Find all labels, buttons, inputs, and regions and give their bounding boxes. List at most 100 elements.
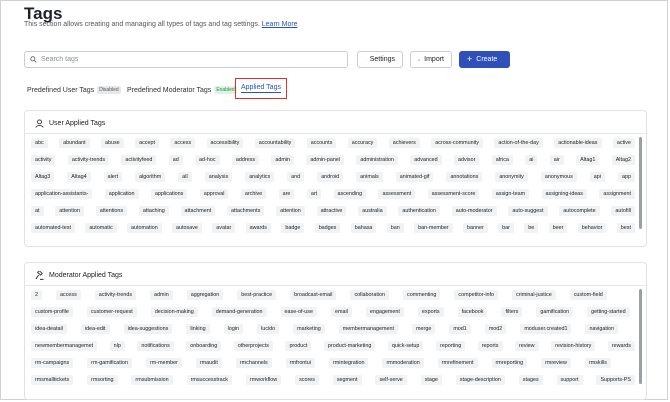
tag-chip[interactable]: action-of-the-day	[494, 138, 543, 148]
tag-chip[interactable]: best	[616, 223, 635, 233]
tag-chip[interactable]: abuse	[100, 138, 124, 148]
tag-chip[interactable]: demand-generation	[211, 307, 267, 317]
tag-chip[interactable]: email	[331, 307, 352, 317]
tag-chip[interactable]: accept	[135, 138, 159, 148]
tag-chip[interactable]: merge	[412, 324, 436, 334]
tag-chip[interactable]: rmrefinement	[437, 358, 478, 368]
tag-chip[interactable]: revision-history	[551, 341, 596, 351]
tag-chip[interactable]: autosave	[172, 223, 202, 233]
tag-chip[interactable]: rewards	[607, 341, 635, 351]
tag-chip[interactable]: moduser.created1	[520, 324, 572, 334]
tag-chip[interactable]: attention	[55, 206, 84, 216]
tag-chip[interactable]: Altag3	[31, 172, 55, 182]
tag-chip[interactable]: australia	[358, 206, 387, 216]
tag-chip[interactable]: best-practice	[237, 290, 277, 300]
tag-chip[interactable]: nlp	[109, 341, 125, 351]
tag-chip[interactable]: accounts	[306, 138, 337, 148]
tag-chip[interactable]: annotations	[446, 172, 483, 182]
tag-chip[interactable]: address	[231, 155, 260, 165]
tag-chip[interactable]: auto-moderator	[451, 206, 497, 216]
tag-chip[interactable]: ascending	[333, 189, 367, 199]
tag-chip[interactable]: broadcast-email	[290, 290, 337, 300]
search-input[interactable]	[41, 54, 331, 65]
tab-applied-tags[interactable]: Applied Tags	[235, 78, 287, 99]
tag-chip[interactable]: commenting	[403, 290, 441, 300]
tag-chip[interactable]: assign-team	[491, 189, 530, 199]
tag-chip[interactable]: stages	[518, 375, 543, 385]
tag-chip[interactable]: rm-gamification	[87, 358, 133, 368]
settings-button[interactable]: Settings	[357, 51, 403, 68]
tag-chip[interactable]: rmmoderation	[382, 358, 424, 368]
tag-chip[interactable]: advanced	[410, 155, 442, 165]
tag-chip[interactable]: membermanagement	[338, 324, 399, 334]
tag-chip[interactable]: archive	[240, 189, 267, 199]
tag-chip[interactable]: africa	[491, 155, 513, 165]
tag-chip[interactable]: analysis	[204, 172, 233, 182]
tag-chip[interactable]: reporting	[435, 341, 466, 351]
tag-chip[interactable]: stage-description	[455, 375, 505, 385]
tag-chip[interactable]: badge	[281, 223, 305, 233]
tag-chip[interactable]: custom-profile	[31, 307, 73, 317]
tag-chip[interactable]: Altag4	[67, 172, 91, 182]
tag-chip[interactable]: android	[317, 172, 344, 182]
tag-chip[interactable]: approval	[199, 189, 229, 199]
tag-chip[interactable]: animated-gif	[395, 172, 434, 182]
tag-chip[interactable]: activity-trends	[67, 155, 110, 165]
tag-chip[interactable]: ad	[168, 155, 183, 165]
tag-chip[interactable]: attachment	[180, 206, 216, 216]
tag-chip[interactable]: access	[56, 290, 81, 300]
tag-chip[interactable]: custom-field	[569, 290, 607, 300]
tag-chip[interactable]: across-community	[431, 138, 483, 148]
tag-chip[interactable]: activity-trends	[94, 290, 137, 300]
tag-chip[interactable]: rm-campaigns	[31, 358, 74, 368]
tag-chip[interactable]: advisor	[453, 155, 480, 165]
tag-chip[interactable]: otherprojects	[233, 341, 273, 351]
tag-chip[interactable]: achievers	[388, 138, 420, 148]
tag-chip[interactable]: idea-edit	[80, 324, 110, 334]
tag-chip[interactable]: collaboration	[350, 290, 390, 300]
tag-chip[interactable]: rmreporting	[491, 358, 528, 368]
tag-chip[interactable]: at	[31, 206, 44, 216]
tag-chip[interactable]: product-marketing	[323, 341, 376, 351]
tag-chip[interactable]: applications	[150, 189, 188, 199]
tag-chip[interactable]: authentication	[398, 206, 440, 216]
tag-chip[interactable]: Altag2	[611, 155, 635, 165]
tag-chip[interactable]: stage	[420, 375, 442, 385]
tag-chip[interactable]: mod1	[449, 324, 471, 334]
create-button[interactable]: + Create	[459, 51, 510, 68]
tag-chip[interactable]: onboarding	[186, 341, 222, 351]
tag-chip[interactable]: access	[170, 138, 196, 148]
tag-chip[interactable]: ai	[525, 155, 538, 165]
tag-chip[interactable]: reports	[477, 341, 503, 351]
tag-chip[interactable]: automation	[127, 223, 162, 233]
tag-chip[interactable]: anonymous	[540, 172, 577, 182]
tag-chip[interactable]: attachments	[226, 206, 265, 216]
tag-chip[interactable]: activity	[31, 155, 56, 165]
tag-chip[interactable]: product	[285, 341, 312, 351]
tag-chip[interactable]: getting-started	[587, 307, 630, 317]
tag-chip[interactable]: activityfeed	[121, 155, 157, 165]
tag-chip[interactable]: animals	[356, 172, 383, 182]
search-box[interactable]	[24, 51, 348, 68]
import-button[interactable]: Import	[410, 51, 452, 68]
tag-chip[interactable]: bar	[498, 223, 514, 233]
tag-chip[interactable]: rmsorting	[87, 375, 118, 385]
tag-chip[interactable]: engagement	[365, 307, 404, 317]
tag-chip[interactable]: abc	[31, 138, 48, 148]
tag-chip[interactable]: rmfrontui	[285, 358, 316, 368]
tag-chip[interactable]: decision-making	[150, 307, 198, 317]
tag-chip[interactable]: active	[612, 138, 635, 148]
tag-chip[interactable]: be	[524, 223, 539, 233]
tag-chip[interactable]: application-assistants-	[31, 189, 93, 199]
tag-chip[interactable]: auto-suggest	[508, 206, 548, 216]
tag-chip[interactable]: all	[178, 172, 192, 182]
tag-chip[interactable]: gamification	[536, 307, 574, 317]
tag-chip[interactable]: admin-panel	[306, 155, 345, 165]
tag-chip[interactable]: actionable-ideas	[554, 138, 602, 148]
tag-chip[interactable]: awards	[245, 223, 271, 233]
tag-chip[interactable]: and	[287, 172, 305, 182]
tag-chip[interactable]: scores	[295, 375, 319, 385]
tag-chip[interactable]: autocomplete	[559, 206, 600, 216]
tag-chip[interactable]: filters	[501, 307, 523, 317]
tag-chip[interactable]: lucido	[257, 324, 280, 334]
